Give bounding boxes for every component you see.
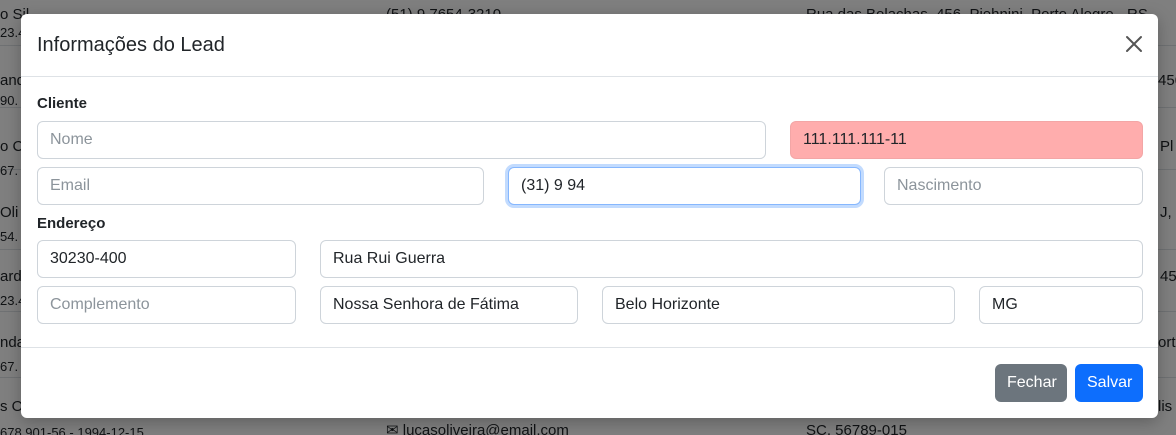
birthdate-field[interactable] (884, 167, 1143, 205)
cpf-field[interactable] (790, 121, 1143, 159)
section-label-cliente: Cliente (37, 95, 88, 112)
street-field[interactable] (320, 240, 1143, 278)
neighborhood-field[interactable] (320, 286, 578, 324)
close-modal-button[interactable]: Fechar (995, 364, 1067, 402)
state-field[interactable] (979, 286, 1143, 324)
modal-title: Informações do Lead (37, 34, 225, 56)
modal-header: Informações do Lead (21, 14, 1158, 77)
close-icon (1126, 36, 1142, 52)
save-button[interactable]: Salvar (1075, 364, 1143, 402)
phone-field[interactable] (508, 167, 861, 205)
lead-info-modal: Informações do Lead Cliente Endereço Fec… (21, 14, 1158, 418)
name-field[interactable] (37, 121, 766, 159)
close-button[interactable] (1124, 34, 1144, 54)
modal-body: Cliente Endereço (21, 77, 1158, 348)
modal-footer: Fechar Salvar (21, 348, 1158, 417)
city-field[interactable] (602, 286, 955, 324)
email-field[interactable] (37, 167, 484, 205)
section-label-endereco: Endereço (37, 215, 106, 232)
complement-field[interactable] (37, 286, 296, 324)
cep-field[interactable] (37, 240, 296, 278)
